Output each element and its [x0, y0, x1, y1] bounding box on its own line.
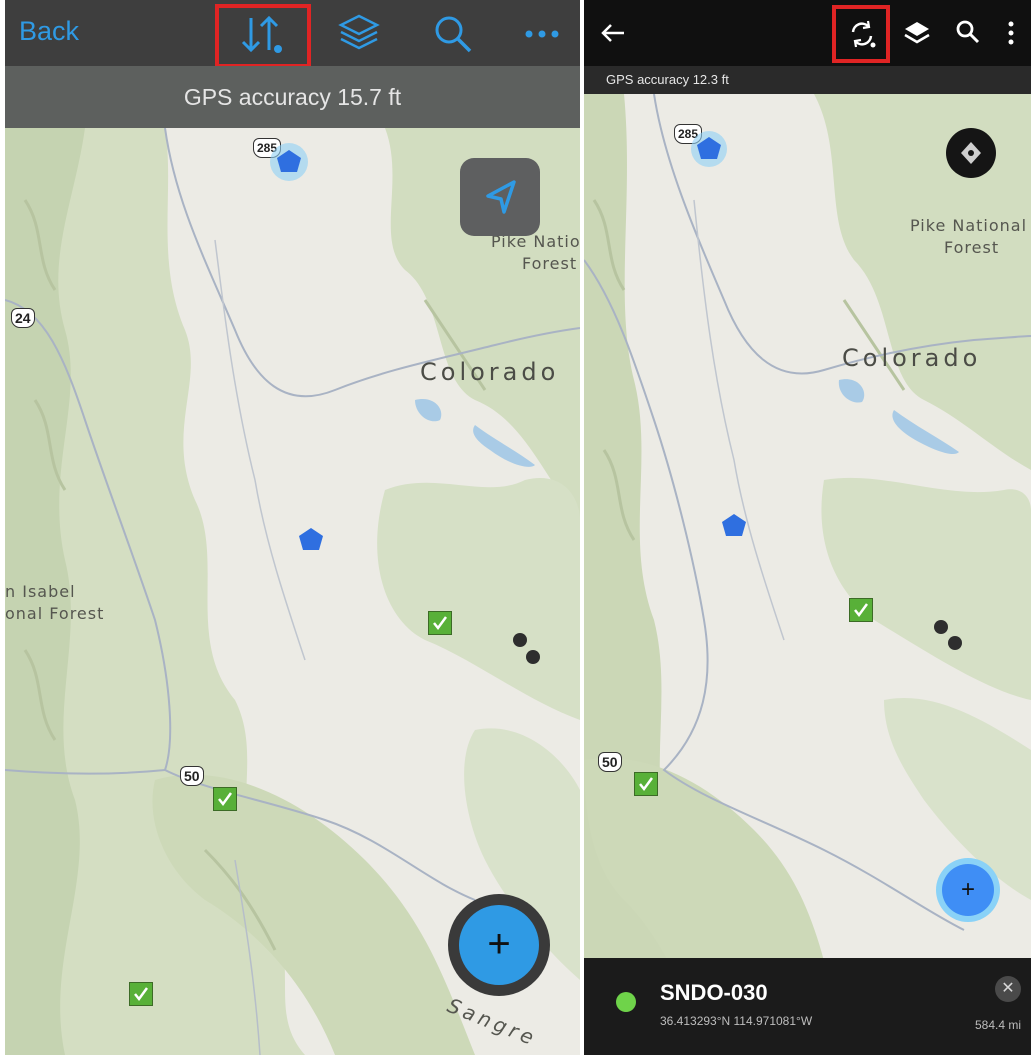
feature-check-marker[interactable] [428, 611, 452, 635]
search-icon[interactable] [431, 12, 475, 56]
close-icon[interactable]: ✕ [995, 976, 1021, 1002]
locate-me-button[interactable] [460, 158, 540, 236]
back-button[interactable]: Back [19, 16, 79, 47]
gps-accuracy-bar: GPS accuracy 12.3 ft [584, 66, 1031, 94]
compass-button[interactable] [946, 128, 996, 178]
forest-label-pike-2: Forest [944, 238, 1000, 257]
forest-label-sanisabel-2: onal Forest [5, 604, 105, 623]
point-marker[interactable] [526, 650, 540, 664]
navigate-arrow-icon [486, 180, 516, 214]
add-feature-button[interactable]: + [448, 894, 550, 996]
add-icon: + [459, 905, 539, 985]
feature-check-marker[interactable] [129, 982, 153, 1006]
add-icon: + [942, 864, 994, 916]
location-pentagon-marker-glow[interactable] [267, 140, 311, 184]
check-icon [134, 987, 149, 1002]
compass-icon [961, 142, 981, 164]
state-label: Colorado [842, 344, 982, 372]
point-marker[interactable] [513, 633, 527, 647]
check-icon [854, 603, 869, 618]
back-arrow-icon[interactable] [598, 20, 628, 46]
layers-icon[interactable] [902, 18, 932, 48]
search-icon[interactable] [954, 18, 982, 46]
point-marker[interactable] [948, 636, 962, 650]
feature-distance: 584.4 mi [974, 1018, 1021, 1032]
feature-check-marker[interactable] [849, 598, 873, 622]
feature-status-dot [616, 992, 636, 1012]
gps-accuracy-bar: GPS accuracy 15.7 ft [5, 66, 580, 128]
highway-shield-50: 50 [180, 766, 204, 786]
feature-coordinates: 36.413293°N 114.971081°W [660, 1014, 813, 1028]
sync-sort-icon[interactable] [239, 12, 289, 58]
more-icon[interactable] [1004, 18, 1018, 48]
location-pentagon-marker-glow[interactable] [688, 128, 730, 170]
highway-shield-50: 50 [598, 752, 622, 772]
feature-check-marker[interactable] [213, 787, 237, 811]
forest-label-pike-2: Forest [522, 254, 578, 273]
check-icon [218, 792, 233, 807]
feature-check-marker[interactable] [634, 772, 658, 796]
state-label: Colorado [420, 358, 560, 386]
pentagon-marker[interactable] [720, 512, 748, 538]
forest-label-sanisabel-1: n Isabel [5, 582, 76, 601]
add-feature-button[interactable]: + [936, 858, 1000, 922]
left-app-screen: Pike Natio Forest Colorado n Isabel onal… [5, 0, 580, 1055]
sync-icon[interactable] [846, 18, 878, 50]
point-marker[interactable] [934, 620, 948, 634]
right-toolbar [584, 0, 1031, 66]
highway-shield-24: 24 [11, 308, 35, 328]
forest-label-pike-1: Pike National [910, 216, 1028, 235]
feature-details-card[interactable]: SNDO-030 36.413293°N 114.971081°W ✕ 584.… [584, 958, 1031, 1055]
more-icon[interactable] [521, 24, 565, 44]
pentagon-marker[interactable] [297, 526, 325, 552]
layers-icon[interactable] [337, 10, 381, 56]
right-app-screen: Pike National Forest Colorado 285 50 + G… [584, 0, 1031, 1055]
check-icon [433, 616, 448, 631]
feature-title: SNDO-030 [660, 980, 768, 1005]
left-toolbar: Back [5, 0, 580, 68]
check-icon [639, 777, 654, 792]
